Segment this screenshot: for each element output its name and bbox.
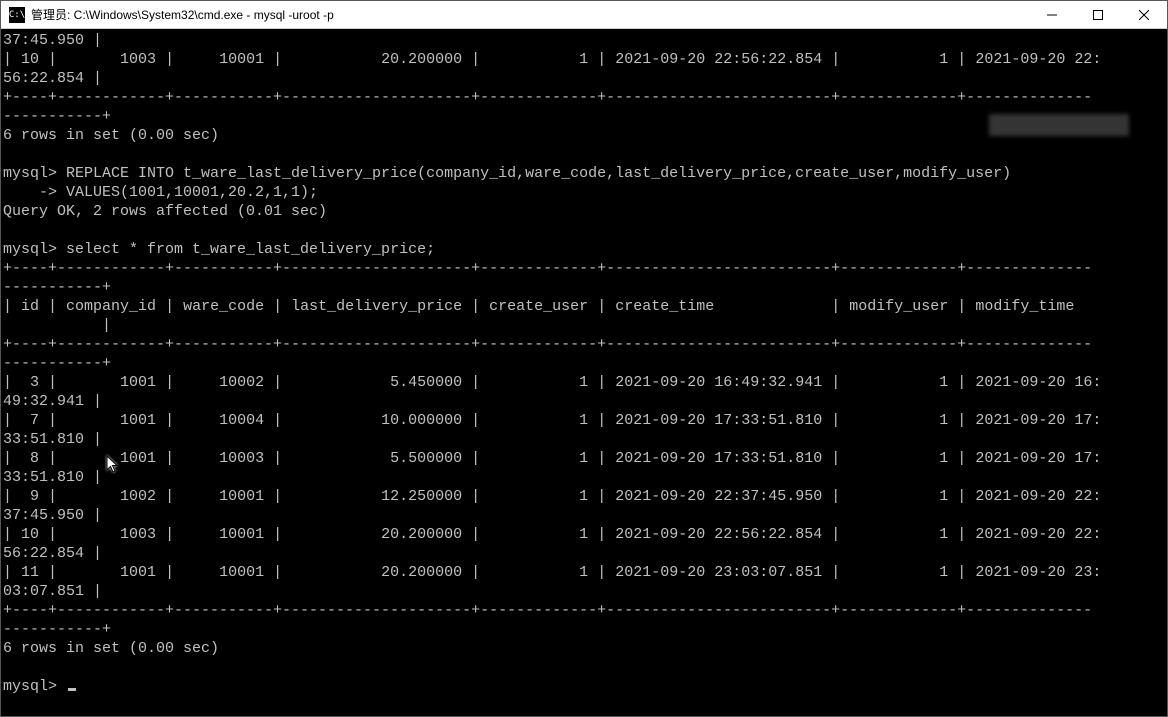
cell: 2021-09-20 23:	[975, 564, 1101, 581]
minimize-button[interactable]	[1029, 1, 1075, 28]
cell: 1002	[120, 488, 156, 505]
mysql-prompt[interactable]: mysql>	[3, 678, 66, 695]
row-wrap: 33:51.810	[3, 469, 84, 486]
cell: 10	[21, 526, 39, 543]
cmd-icon: C:\	[9, 7, 25, 23]
replace-result: Query OK, 2 rows affected (0.01 sec)	[3, 203, 327, 220]
separator: +----+------------+-----------+---------…	[3, 260, 1092, 277]
cell: 10003	[219, 450, 264, 467]
cell: 10001	[219, 526, 264, 543]
separator-wrap: -----------+	[3, 108, 111, 125]
separator: +----+------------+-----------+---------…	[3, 602, 1092, 619]
cell: 1003	[120, 51, 156, 68]
col-ware-code: ware_code	[183, 298, 264, 315]
cell: 12.250000	[381, 488, 462, 505]
cell: 1	[939, 526, 948, 543]
cell: 10001	[219, 564, 264, 581]
cell: 1001	[120, 374, 156, 391]
cell: 10001	[219, 51, 264, 68]
cell: 1	[939, 564, 948, 581]
cell: 1	[939, 374, 948, 391]
row-wrap: 49:32.941	[3, 393, 84, 410]
separator-wrap: -----------+	[3, 355, 111, 372]
cell: 1	[579, 450, 588, 467]
separator: +----+------------+-----------+---------…	[3, 89, 1092, 106]
cell: 2021-09-20 16:	[975, 374, 1101, 391]
cell: 1	[579, 51, 588, 68]
cell: 8	[30, 450, 39, 467]
replace-line1: mysql> REPLACE INTO t_ware_last_delivery…	[3, 165, 1011, 182]
row-wrap: 33:51.810	[3, 431, 84, 448]
cell: 20.200000	[381, 51, 462, 68]
cell: 10.000000	[381, 412, 462, 429]
window-buttons	[1029, 1, 1167, 28]
cell: 11	[21, 564, 39, 581]
cell: 3	[30, 374, 39, 391]
select-stmt: mysql> select * from t_ware_last_deliver…	[3, 241, 435, 258]
cell: 2021-09-20 17:	[975, 450, 1101, 467]
cell: 2021-09-20 17:	[975, 412, 1101, 429]
replace-line2: -> VALUES(1001,10001,20.2,1,1);	[3, 184, 318, 201]
cell: 7	[30, 412, 39, 429]
col-company-id: company_id	[66, 298, 156, 315]
separator-wrap: -----------+	[3, 279, 111, 296]
cell: 2021-09-20 16:49:32.941	[615, 374, 822, 391]
rows-in-set-2: 6 rows in set (0.00 sec)	[3, 640, 219, 657]
row-wrap: 03:07.851	[3, 583, 84, 600]
col-create-user: create_user	[489, 298, 588, 315]
titlebar[interactable]: C:\ 管理员: C:\Windows\System32\cmd.exe - m…	[1, 1, 1167, 29]
cell: 1	[579, 374, 588, 391]
mouse-pointer-icon	[88, 436, 120, 481]
col-last-delivery-price: last_delivery_price	[291, 298, 462, 315]
cursor-icon	[68, 688, 76, 691]
redacted-block	[989, 114, 1129, 136]
cell: 5.450000	[390, 374, 462, 391]
cell: 1	[579, 412, 588, 429]
cell: 1	[579, 564, 588, 581]
cell: 2021-09-20 17:33:51.810	[615, 450, 822, 467]
cell: 1	[939, 412, 948, 429]
cell: 10002	[219, 374, 264, 391]
col-id: id	[21, 298, 39, 315]
cell: 1001	[120, 564, 156, 581]
cell: 2021-09-20 22:37:45.950	[615, 488, 822, 505]
col-create-time: create_time	[615, 298, 714, 315]
cell: 2021-09-20 22:56:22.854	[615, 526, 822, 543]
window-title: 管理员: C:\Windows\System32\cmd.exe - mysql…	[31, 6, 1029, 23]
cell: 2021-09-20 22:	[975, 51, 1101, 68]
cell: 20.200000	[381, 526, 462, 543]
row-wrap-top2: 56:22.854	[3, 70, 84, 87]
cell: 20.200000	[381, 564, 462, 581]
cmd-window: C:\ 管理员: C:\Windows\System32\cmd.exe - m…	[0, 0, 1168, 717]
separator: +----+------------+-----------+---------…	[3, 336, 1092, 353]
cell: 1	[939, 51, 948, 68]
col-modify-time: modify_time	[975, 298, 1074, 315]
cell: 2021-09-20 22:	[975, 488, 1101, 505]
cell: 5.500000	[390, 450, 462, 467]
cell: 2021-09-20 17:33:51.810	[615, 412, 822, 429]
cell: 2021-09-20 22:56:22.854	[615, 51, 822, 68]
cell: 2021-09-20 22:	[975, 526, 1101, 543]
cell: 1	[939, 450, 948, 467]
cell: 9	[30, 488, 39, 505]
cell: 10001	[219, 488, 264, 505]
maximize-button[interactable]	[1075, 1, 1121, 28]
rows-in-set-1: 6 rows in set (0.00 sec)	[3, 127, 219, 144]
close-button[interactable]	[1121, 1, 1167, 28]
cell: 10004	[219, 412, 264, 429]
cell: 10	[21, 51, 39, 68]
row-wrap: 56:22.854	[3, 545, 84, 562]
cell: 1003	[120, 526, 156, 543]
cell: 1001	[120, 450, 156, 467]
cell: 1	[939, 488, 948, 505]
cell: 2021-09-20 23:03:07.851	[615, 564, 822, 581]
cell: 1	[579, 526, 588, 543]
terminal-viewport[interactable]: 37:45.950 | | 10 | 1003 | 10001 | 20.200…	[1, 29, 1167, 716]
row-wrap-top: 37:45.950	[3, 32, 84, 49]
row-wrap: 37:45.950	[3, 507, 84, 524]
col-modify-user: modify_user	[849, 298, 948, 315]
cell: 1001	[120, 412, 156, 429]
separator-wrap: -----------+	[3, 621, 111, 638]
cell: 1	[579, 488, 588, 505]
